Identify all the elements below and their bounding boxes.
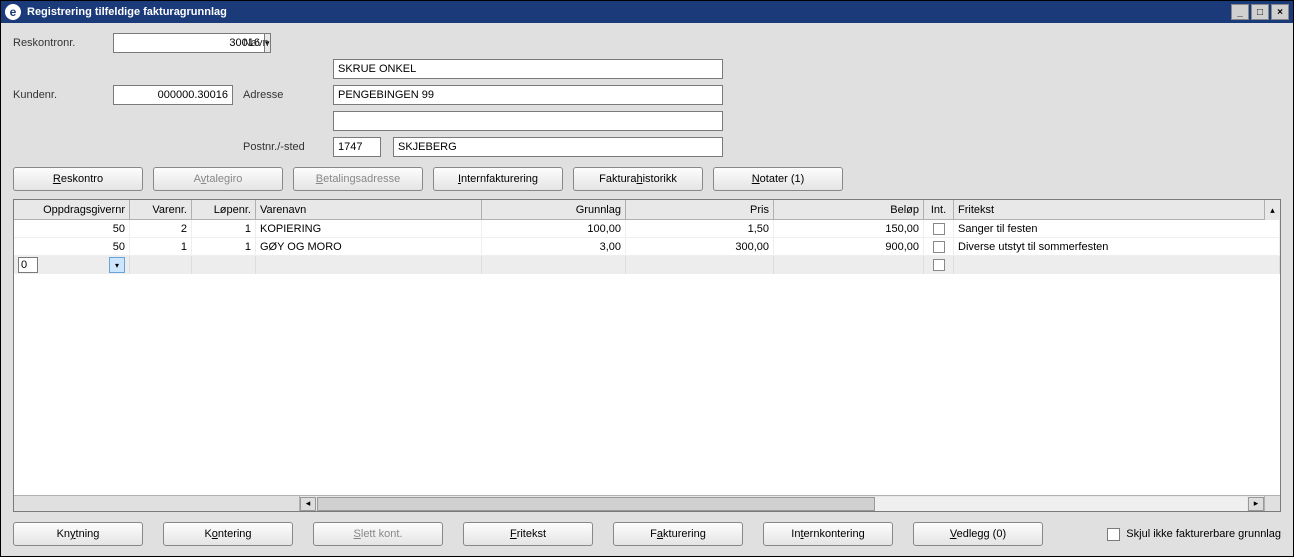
scroll-left-icon[interactable]: ◂ xyxy=(300,497,316,511)
new-cell-int[interactable] xyxy=(924,256,954,274)
grid-body: 5021KOPIERING100,001,50150,00Sanger til … xyxy=(14,220,1280,495)
fritekst-button[interactable]: Fritekst xyxy=(463,522,593,546)
navn-input[interactable] xyxy=(333,59,723,79)
cell-oppdrag: 50 xyxy=(14,238,130,255)
close-button[interactable]: × xyxy=(1271,4,1289,20)
skjul-checkbox-label: Skjul ikke fakturerbare grunnlag xyxy=(1126,528,1281,540)
cell-grunnlag: 100,00 xyxy=(482,220,626,237)
new-row[interactable]: ▾ xyxy=(14,256,1280,274)
horizontal-scrollbar[interactable]: ◂ ▸ xyxy=(14,495,1280,511)
adresse-label: Adresse xyxy=(243,89,323,101)
chevron-down-icon[interactable]: ▾ xyxy=(109,257,125,273)
col-fritekst[interactable]: Fritekst xyxy=(954,200,1280,219)
form-area: Reskontronr. ▾ Navn Kundenr. Adresse Pos… xyxy=(13,33,1281,157)
col-belop[interactable]: Beløp xyxy=(774,200,924,219)
content-area: Reskontronr. ▾ Navn Kundenr. Adresse Pos… xyxy=(1,23,1293,556)
new-row-oppdrag[interactable]: ▾ xyxy=(14,256,130,274)
scroll-up-icon[interactable]: ▴ xyxy=(1264,200,1280,220)
table-row[interactable]: 5021KOPIERING100,001,50150,00 Sanger til … xyxy=(14,220,1280,238)
knytning-button[interactable]: Knytning xyxy=(13,522,143,546)
kontering-button[interactable]: Kontering xyxy=(163,522,293,546)
col-oppdragsgivernr[interactable]: Oppdragsgivernr xyxy=(14,200,130,219)
poststed-input[interactable] xyxy=(393,137,723,157)
cell-oppdrag: 50 xyxy=(14,220,130,237)
cell-pris: 300,00 xyxy=(626,238,774,255)
new-cell[interactable] xyxy=(130,256,192,274)
minimize-button[interactable]: _ xyxy=(1231,4,1249,20)
new-cell[interactable] xyxy=(626,256,774,274)
scroll-corner xyxy=(1264,496,1280,512)
fakturering-button[interactable]: Fakturering xyxy=(613,522,743,546)
window-controls: _ □ × xyxy=(1231,4,1289,20)
cell-varenavn: KOPIERING xyxy=(256,220,482,237)
new-cell[interactable] xyxy=(482,256,626,274)
reskontro-button[interactable]: Reskontro xyxy=(13,167,143,191)
skjul-checkbox-wrap[interactable]: Skjul ikke fakturerbare grunnlag xyxy=(1107,528,1281,541)
col-int[interactable]: Int. xyxy=(924,200,954,219)
bottom-button-row: Knytning Kontering Slett kont. Fritekst … xyxy=(13,522,1281,546)
new-cell[interactable] xyxy=(256,256,482,274)
postnr-label: Postnr./-sted xyxy=(243,141,323,153)
scroll-track[interactable] xyxy=(317,497,1247,511)
table-row[interactable]: 5011GØY OG MORO3,00300,00900,00Diverse u… xyxy=(14,238,1280,256)
reskontronr-label: Reskontronr. xyxy=(13,37,103,49)
new-cell[interactable] xyxy=(954,256,1280,274)
cell-lopenr: 1 xyxy=(192,238,256,255)
internfakturering-button[interactable]: Internfakturering xyxy=(433,167,563,191)
cell-varenr: 1 xyxy=(130,238,192,255)
navn-label: Navn xyxy=(243,37,323,49)
maximize-button[interactable]: □ xyxy=(1251,4,1269,20)
notater-button[interactable]: Notater (1) xyxy=(713,167,843,191)
adresse2-input[interactable] xyxy=(333,111,723,131)
col-grunnlag[interactable]: Grunnlag xyxy=(482,200,626,219)
scroll-thumb[interactable] xyxy=(317,497,875,511)
grid-header: Oppdragsgivernr Varenr. Løpenr. Varenavn… xyxy=(14,200,1280,220)
reskontronr-input[interactable] xyxy=(113,33,264,53)
cell-grunnlag: 3,00 xyxy=(482,238,626,255)
cell-fritekst: Diverse utstyt til sommerfesten xyxy=(954,238,1280,255)
app-icon: e xyxy=(5,4,21,20)
internkontering-button[interactable]: Internkontering xyxy=(763,522,893,546)
col-varenr[interactable]: Varenr. xyxy=(130,200,192,219)
cell-varenr: 2 xyxy=(130,220,192,237)
titlebar: e Registrering tilfeldige fakturagrunnla… xyxy=(1,1,1293,23)
scroll-right-icon[interactable]: ▸ xyxy=(1248,497,1264,511)
betalingsadresse-button[interactable]: Betalingsadresse xyxy=(293,167,423,191)
skjul-checkbox[interactable] xyxy=(1107,528,1120,541)
cell-belop: 900,00 xyxy=(774,238,924,255)
adresse-input[interactable] xyxy=(333,85,723,105)
cell-fritekst: Sanger til festen xyxy=(954,220,1280,237)
new-cell[interactable] xyxy=(774,256,924,274)
scroll-left-pad xyxy=(14,496,300,511)
col-pris[interactable]: Pris xyxy=(626,200,774,219)
postnr-input[interactable] xyxy=(333,137,381,157)
cell-belop: 150,00 xyxy=(774,220,924,237)
window-title: Registrering tilfeldige fakturagrunnlag xyxy=(27,6,1231,18)
top-button-row: Reskontro Avtalegiro Betalingsadresse In… xyxy=(13,167,1281,191)
new-cell[interactable] xyxy=(192,256,256,274)
fakturahistorikk-button[interactable]: Fakturahistorikk xyxy=(573,167,703,191)
kundenr-label: Kundenr. xyxy=(13,89,103,101)
cell-varenavn: GØY OG MORO xyxy=(256,238,482,255)
kundenr-input[interactable] xyxy=(113,85,233,105)
cell-lopenr: 1 xyxy=(192,220,256,237)
vedlegg-button[interactable]: Vedlegg (0) xyxy=(913,522,1043,546)
reskontronr-combo[interactable]: ▾ xyxy=(113,33,233,53)
col-lopenr[interactable]: Løpenr. xyxy=(192,200,256,219)
cell-int[interactable] xyxy=(924,238,954,255)
app-window: e Registrering tilfeldige fakturagrunnla… xyxy=(0,0,1294,557)
new-row-input[interactable] xyxy=(18,257,38,273)
avtalegiro-button[interactable]: Avtalegiro xyxy=(153,167,283,191)
grid: Oppdragsgivernr Varenr. Løpenr. Varenavn… xyxy=(13,199,1281,512)
col-varenavn[interactable]: Varenavn xyxy=(256,200,482,219)
cell-pris: 1,50 xyxy=(626,220,774,237)
slett-kont-button[interactable]: Slett kont. xyxy=(313,522,443,546)
cell-int[interactable] xyxy=(924,220,954,237)
